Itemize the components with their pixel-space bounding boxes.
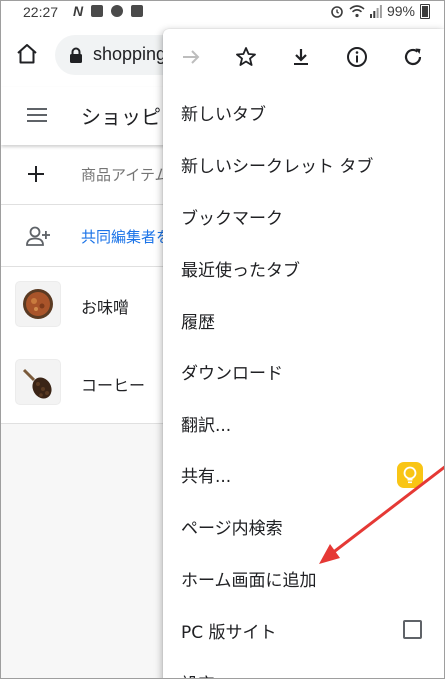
menu-item-new-incognito-tab[interactable]: 新しいシークレット タブ	[163, 137, 444, 189]
menu-item-label: ダウンロード	[181, 364, 283, 384]
menu-item-bookmarks[interactable]: ブックマーク	[163, 189, 444, 241]
notification-icon	[91, 5, 103, 17]
menu-item-downloads[interactable]: ダウンロード	[163, 344, 444, 396]
url-text: shopping	[93, 44, 167, 64]
menu-toolbar	[163, 29, 444, 85]
add-item-input[interactable]: 商品アイテム	[81, 164, 170, 185]
menu-item-label: 翻訳...	[181, 416, 232, 436]
n-notification-icon: N	[73, 3, 84, 19]
menu-item-label: 新しいシークレット タブ	[181, 157, 374, 177]
menu-item-label: PC 版サイト	[181, 623, 277, 643]
menu-item-new-tab[interactable]: 新しいタブ	[163, 85, 444, 137]
menu-item-share[interactable]: 共有...	[163, 447, 444, 499]
status-right: 99%	[330, 3, 430, 19]
menu-item-label: 最近使ったタブ	[181, 261, 300, 281]
menu-item-translate[interactable]: 翻訳...	[163, 396, 444, 448]
status-time: 22:27	[23, 4, 59, 20]
menu-item-add-to-home-screen[interactable]: ホーム画面に追加	[163, 551, 444, 603]
menu-item-recent-tabs[interactable]: 最近使ったタブ	[163, 241, 444, 293]
menu-item-desktop-site[interactable]: PC 版サイト	[163, 603, 444, 655]
browser-overflow-menu: 新しいタブ 新しいシークレット タブ ブックマーク 最近使ったタブ 履歴 ダウン…	[163, 29, 444, 678]
item-label: お味噌	[81, 298, 130, 317]
status-bar: 22:27 N 99%	[1, 1, 444, 23]
menu-item-label: 履歴	[181, 313, 215, 333]
desktop-site-checkbox[interactable]	[403, 620, 422, 639]
menu-item-label: ホーム画面に追加	[181, 571, 317, 591]
hamburger-menu-icon[interactable]	[27, 107, 47, 123]
menu-item-label: ブックマーク	[181, 209, 283, 229]
lightbulb-icon	[397, 462, 423, 488]
add-collaborators-link[interactable]: 共同編集者を	[81, 226, 171, 247]
menu-item-settings[interactable]: 設定	[163, 655, 444, 678]
menu-item-label: 設定	[181, 670, 215, 678]
info-icon[interactable]	[345, 45, 369, 69]
battery-icon	[420, 3, 430, 19]
menu-item-label: 共有...	[181, 467, 232, 487]
wifi-icon	[349, 4, 365, 17]
signal-icon	[369, 4, 382, 18]
miso-thumbnail	[16, 282, 60, 326]
download-icon[interactable]	[289, 45, 313, 69]
menu-item-label: ページ内検索	[181, 519, 283, 539]
photo-icon	[131, 5, 143, 17]
menu-item-find-in-page[interactable]: ページ内検索	[163, 499, 444, 551]
menu-item-history[interactable]: 履歴	[163, 293, 444, 345]
battery-percent: 99%	[386, 3, 415, 19]
menu-item-label: 新しいタブ	[181, 105, 266, 125]
home-icon[interactable]	[15, 42, 39, 66]
plus-icon	[28, 166, 44, 182]
person-add-icon	[26, 226, 50, 246]
page-title: ショッピ	[81, 105, 161, 129]
lock-icon	[70, 47, 82, 63]
alarm-icon	[331, 6, 343, 18]
forward-icon[interactable]	[179, 45, 203, 69]
refresh-icon[interactable]	[401, 45, 425, 69]
screen: 22:27 N 99% shopping ショッピ 商品アイテム 共同編集者を …	[0, 0, 445, 679]
coffee-beans-thumbnail	[16, 360, 60, 404]
item-label: コーヒー	[81, 376, 146, 395]
record-icon	[111, 5, 123, 17]
star-icon[interactable]	[234, 45, 258, 69]
